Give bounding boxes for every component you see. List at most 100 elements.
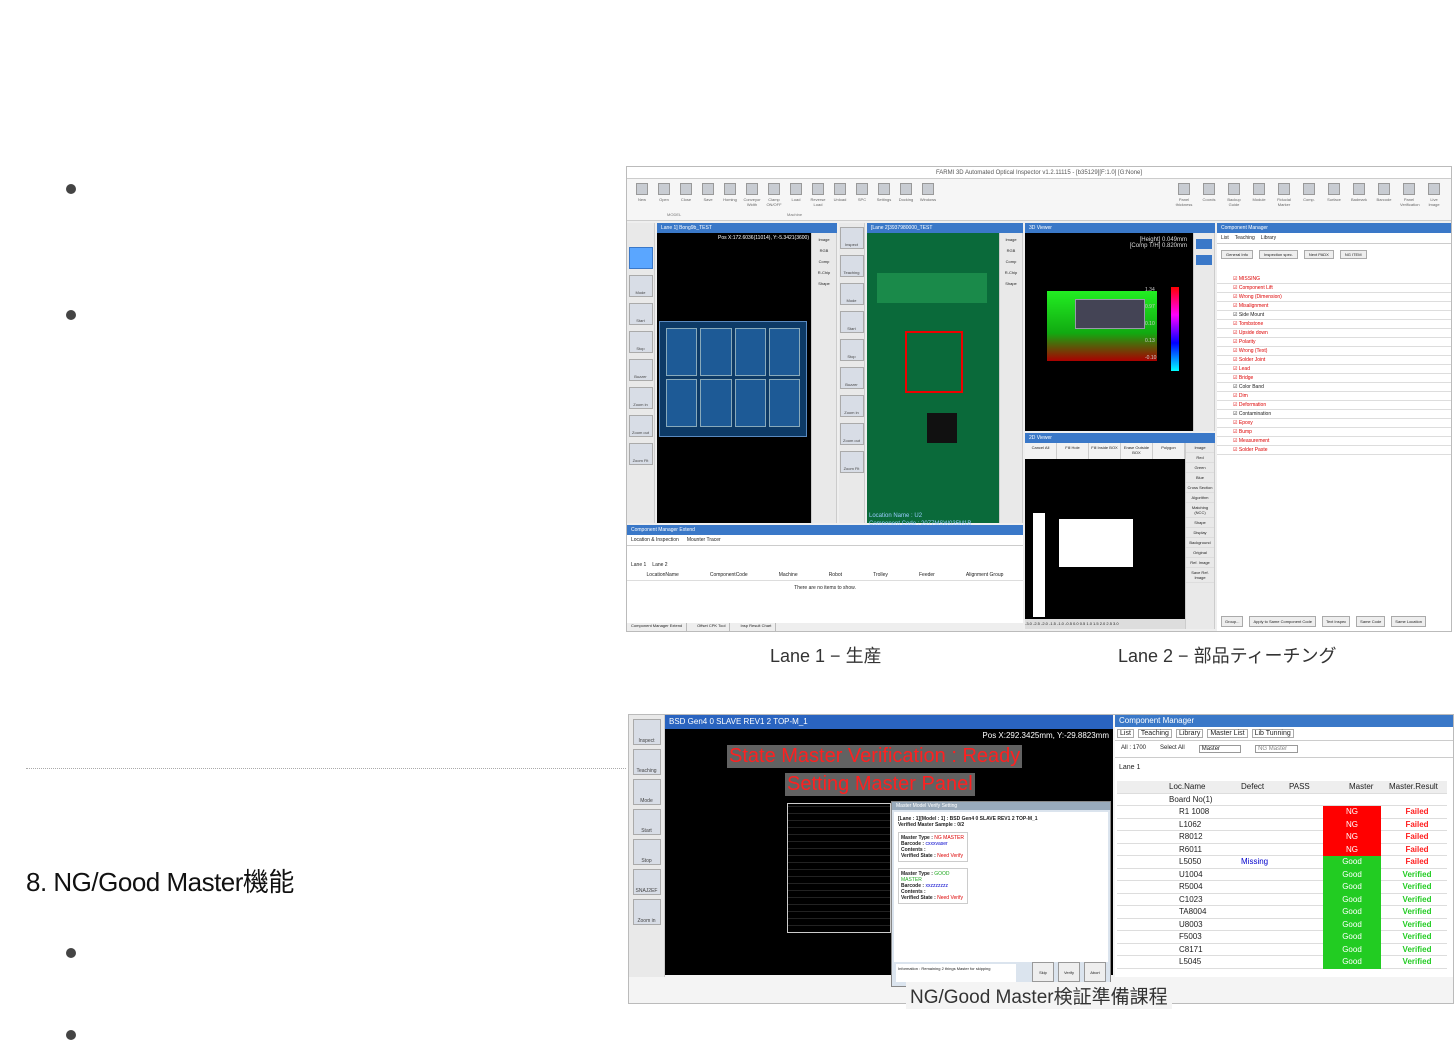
cm-item[interactable]: ☑ Lead	[1217, 365, 1451, 374]
image-option[interactable]: Red	[1186, 453, 1214, 463]
cm-tab[interactable]: Library	[1261, 235, 1276, 241]
ribbon-item[interactable]: Conveyor Width	[743, 183, 761, 207]
ribbon-item[interactable]: Unload	[831, 183, 849, 202]
image-menu-item[interactable]: RGB	[1000, 246, 1022, 255]
ribbon-item[interactable]: Docking	[897, 183, 915, 202]
image-option[interactable]: Shape	[1186, 518, 1214, 528]
cm-item[interactable]: ☑ Misalignment	[1217, 302, 1451, 311]
image-option[interactable]: Cross Section	[1186, 483, 1214, 493]
table-row[interactable]: TA8004 Good Verified	[1117, 906, 1447, 919]
ribbon-item[interactable]: Live Image	[1425, 183, 1443, 207]
tool-zoom-in[interactable]: Zoom in	[839, 395, 864, 417]
image-menu-item[interactable]: RGB	[812, 246, 836, 255]
view-button[interactable]	[1196, 255, 1212, 265]
cm-item[interactable]: ☑ Contamination	[1217, 410, 1451, 419]
tool-buzzer[interactable]: Buzzer	[628, 359, 653, 381]
ribbon-item[interactable]: Panel thickness	[1175, 183, 1193, 207]
ribbon-item[interactable]: Clamp ON/OFF	[765, 183, 783, 207]
table-row[interactable]: R6011 NG Failed	[1117, 843, 1447, 856]
good-master-card[interactable]: Master Type : GOOD MASTER Barcode : xxzz…	[898, 868, 968, 904]
image-option[interactable]: Save Ref. Image	[1186, 568, 1214, 583]
filter-ngmaster[interactable]: NG Master	[1255, 745, 1299, 753]
tool-stop[interactable]: Stop	[628, 331, 653, 353]
image-menu-item[interactable]: R-Chip	[1000, 268, 1022, 277]
table-row[interactable]: U8003 Good Verified	[1117, 918, 1447, 931]
image-menu-item[interactable]: Shape	[812, 279, 836, 288]
table-row[interactable]: C1023 Good Verified	[1117, 893, 1447, 906]
ext-bottom-tab[interactable]: Component Manager Extend	[627, 623, 688, 631]
ribbon-item[interactable]: Surface	[1325, 183, 1343, 202]
ext-tab[interactable]: Mounter Tracer	[687, 537, 721, 543]
tool-zoom-out[interactable]: Zoom out	[839, 423, 864, 445]
ext-tab[interactable]: Location & Inspection	[631, 537, 679, 543]
dialog-abort-button[interactable]: Abort	[1084, 962, 1106, 982]
filter-all[interactable]: All : 1700	[1121, 745, 1146, 753]
lane-tab[interactable]: Lane 1	[1115, 758, 1453, 777]
tool-inspect[interactable]: Inspect	[839, 227, 864, 249]
cm-button[interactable]: Inspection spec.	[1259, 250, 1298, 259]
ribbon-item[interactable]: New	[633, 183, 651, 202]
cm-item[interactable]: ☑ Wrong (Dimension)	[1217, 293, 1451, 302]
tool-start[interactable]: Start	[632, 809, 661, 835]
image-menu-item[interactable]: Image	[812, 235, 836, 244]
image-option[interactable]: Matching (NCC)	[1186, 503, 1214, 518]
tool-stop[interactable]: Stop	[632, 839, 661, 865]
table-row[interactable]: U1004 Good Verified	[1117, 868, 1447, 881]
tool-inspect[interactable]: Inspect	[632, 719, 661, 745]
image-menu-item[interactable]: Comp	[812, 257, 836, 266]
ribbon-item[interactable]: Reverse Load	[809, 183, 827, 207]
ribbon-item[interactable]: Barcode	[1375, 183, 1393, 202]
cm-item[interactable]: ☑ MISSING	[1217, 275, 1451, 284]
image-option[interactable]: Original	[1186, 548, 1214, 558]
tool-mode[interactable]: Mode	[632, 779, 661, 805]
tool-start[interactable]: Start	[839, 311, 864, 333]
dialog-skip-button[interactable]: Skip	[1032, 962, 1054, 982]
ribbon-item[interactable]: Close	[677, 183, 695, 202]
viewer2d-button[interactable]: Erase Outside BOX	[1121, 443, 1153, 459]
tool-zoom-fit[interactable]: Zoom Fit	[839, 451, 864, 473]
ribbon-item[interactable]: SPC	[853, 183, 871, 202]
cm2-tab[interactable]: Lib Tunning	[1251, 729, 1294, 738]
tool-zoom-out[interactable]: Zoom out	[628, 415, 653, 437]
ribbon-item[interactable]: Fiducial Marker	[1275, 183, 1293, 207]
table-row[interactable]: C8171 Good Verified	[1117, 943, 1447, 956]
cm-tab[interactable]: Teaching	[1235, 235, 1255, 241]
cm-item[interactable]: ☑ Polarity	[1217, 338, 1451, 347]
ribbon-item[interactable]: Load	[787, 183, 805, 202]
cm-item[interactable]: ☑ Measurement	[1217, 437, 1451, 446]
cm-footer-button[interactable]: Same Location	[1391, 616, 1426, 627]
image-option[interactable]: Display	[1186, 528, 1214, 538]
cm-footer-button[interactable]: Text Inspec	[1321, 616, 1351, 627]
cm2-tab[interactable]: Library	[1175, 729, 1204, 738]
cm-item[interactable]: ☑ Bump	[1217, 428, 1451, 437]
ribbon-item[interactable]: Badmark	[1350, 183, 1368, 202]
tool-buzzer[interactable]: Buzzer	[839, 367, 864, 389]
viewer2d-button[interactable]: Fill Hole	[1057, 443, 1089, 459]
cm-item[interactable]: ☑ Solder Paste	[1217, 446, 1451, 455]
rgb-button[interactable]	[1196, 239, 1212, 249]
ribbon-item[interactable]: Comp.	[1300, 183, 1318, 202]
ribbon-item[interactable]: Module	[1250, 183, 1268, 202]
cm-item[interactable]: ☑ Tombstone	[1217, 320, 1451, 329]
ribbon-item[interactable]: Backup Guide	[1225, 183, 1243, 207]
ext-bottom-tab[interactable]: Offset CPK Tool	[693, 623, 731, 631]
cm-item[interactable]: ☑ Component Lift	[1217, 284, 1451, 293]
tool-teaching[interactable]: Teaching	[632, 749, 661, 775]
cm-item[interactable]: ☑ Upside down	[1217, 329, 1451, 338]
ext-lane-tab[interactable]: Lane 1	[631, 562, 646, 568]
table-row[interactable]: L5050 Missing Good Failed	[1117, 856, 1447, 869]
image-option[interactable]: Algorithm	[1186, 493, 1214, 503]
ribbon-item[interactable]: Save	[699, 183, 717, 202]
cm-item[interactable]: ☑ Epoxy	[1217, 419, 1451, 428]
cm-item[interactable]: ☑ Dim	[1217, 392, 1451, 401]
table-row[interactable]: R1 1008 NG Failed	[1117, 806, 1447, 819]
table-row[interactable]: F5003 Good Verified	[1117, 931, 1447, 944]
table-row[interactable]: L1062 NG Failed	[1117, 818, 1447, 831]
ribbon-item[interactable]: Open	[655, 183, 673, 202]
tool-zoom-fit[interactable]: Zoom Fit	[628, 443, 653, 465]
cm2-tab[interactable]: List	[1117, 729, 1134, 738]
dialog-verify-button[interactable]: Verify	[1058, 962, 1080, 982]
image-menu-item[interactable]: R-Chip	[812, 268, 836, 277]
cm-button[interactable]: General Info	[1221, 250, 1254, 259]
cm-item[interactable]: ☑ Solder Joint	[1217, 356, 1451, 365]
